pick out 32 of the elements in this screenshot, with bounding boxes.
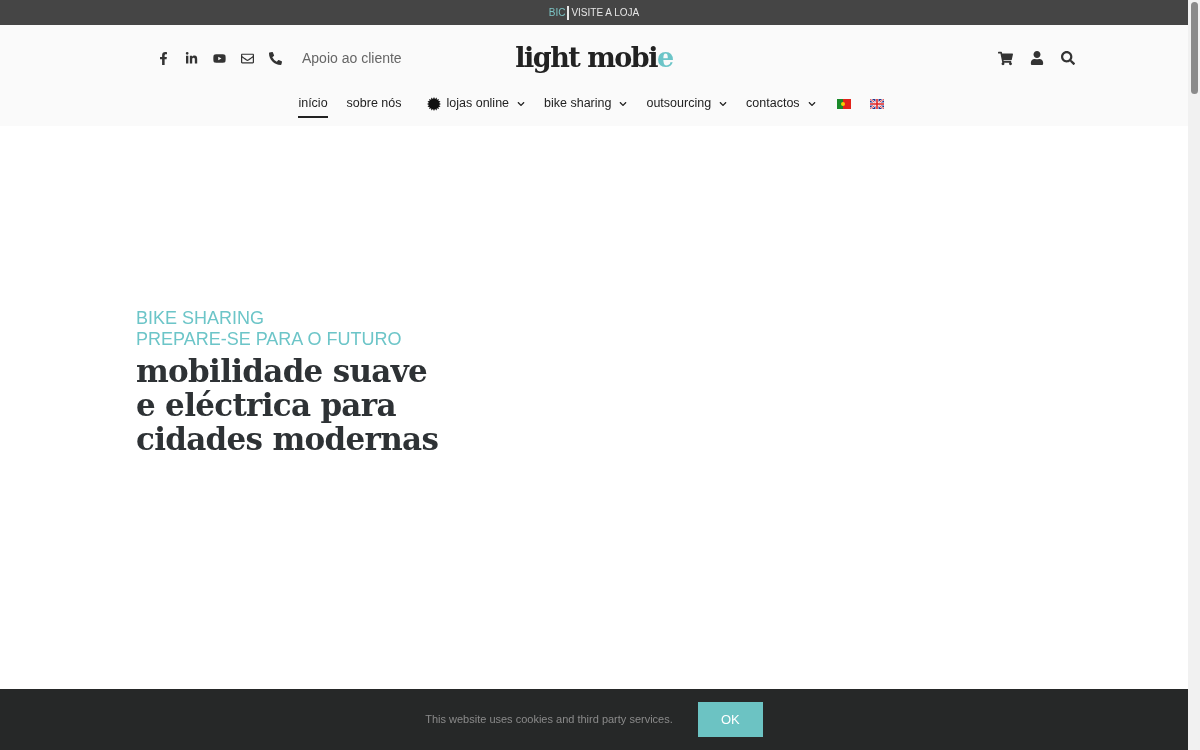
nav-link[interactable]: bike sharing [544, 89, 612, 119]
chevron-down-icon[interactable] [619, 100, 628, 108]
nav-link[interactable]: lojas online [446, 89, 510, 119]
cart-icon[interactable] [998, 50, 1013, 66]
chevron-down-icon[interactable] [517, 100, 526, 108]
nav-link[interactable]: contactos [746, 89, 800, 119]
visit-store-link[interactable]: VISITE A LOJA [571, 5, 640, 20]
youtube-icon[interactable] [213, 51, 226, 65]
typed-text: BIC [548, 6, 566, 20]
hero-eyebrow: PREPARE-SE PARA O FUTURO [136, 329, 402, 350]
cookie-message: This website uses cookies and third party services. [425, 712, 673, 728]
scrollbar[interactable] [1188, 0, 1200, 750]
logo[interactable]: light mobie [515, 43, 673, 73]
chevron-down-icon[interactable] [719, 100, 728, 108]
nav-link[interactable]: início [298, 89, 328, 119]
uk-flag-icon[interactable] [869, 99, 884, 109]
text-cursor-icon [567, 5, 570, 20]
portugal-flag-icon[interactable] [836, 99, 851, 109]
hero-headline: mobilidade suave e eléctrica para cidades modernas [136, 354, 439, 456]
user-icon[interactable] [1030, 51, 1044, 65]
facebook-icon[interactable] [157, 51, 170, 65]
hero-eyebrow: BIKE SHARING [136, 308, 265, 329]
support-link[interactable]: Apoio ao cliente [302, 47, 402, 69]
nav-link[interactable]: sobre nós [346, 89, 402, 119]
nav-link[interactable]: outsourcing [646, 89, 712, 119]
envelope-icon[interactable] [241, 51, 254, 65]
scrollbar-thumb[interactable] [1190, 2, 1198, 94]
starburst-icon [426, 97, 441, 111]
linkedin-icon[interactable] [185, 51, 198, 65]
phone-icon[interactable] [269, 51, 282, 65]
search-icon[interactable] [1061, 51, 1075, 65]
chevron-down-icon[interactable] [807, 100, 816, 108]
